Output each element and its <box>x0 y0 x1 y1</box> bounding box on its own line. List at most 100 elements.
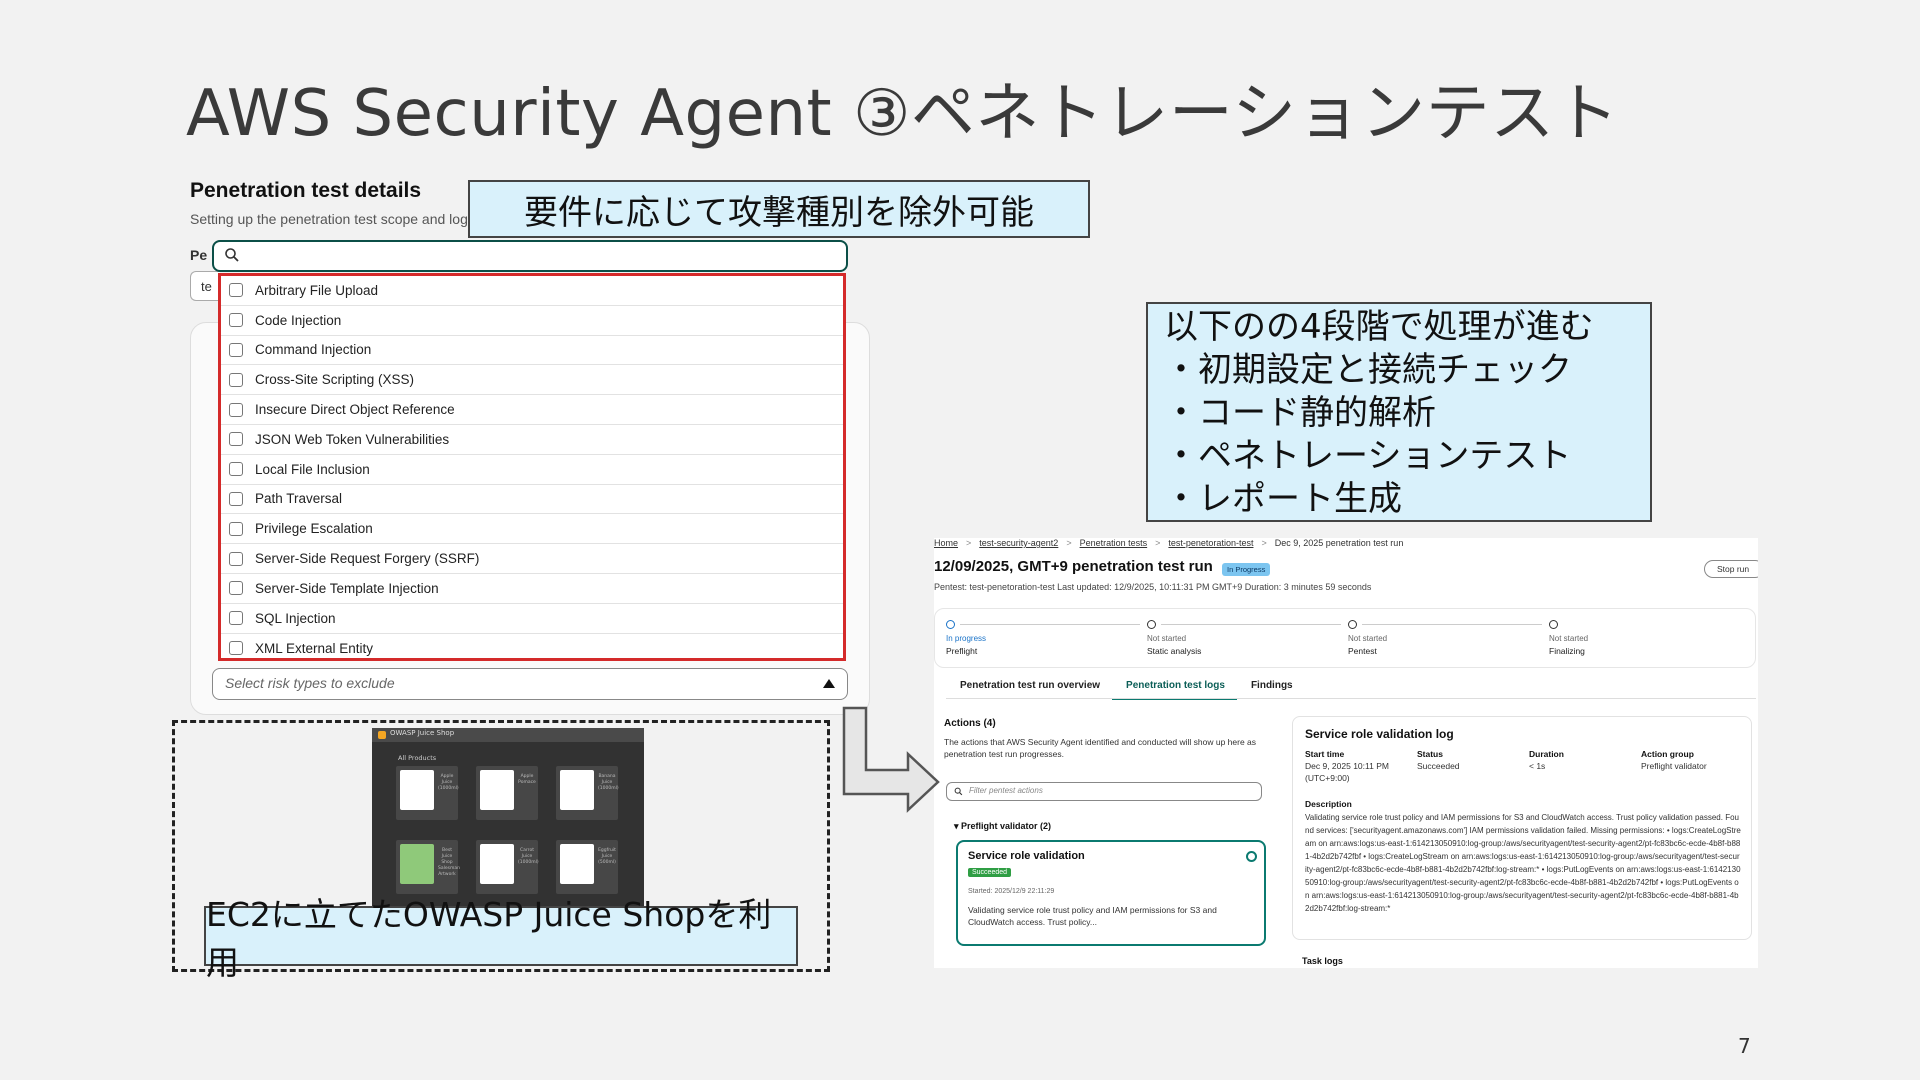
checkbox[interactable] <box>229 342 243 357</box>
risk-type-label: Insecure Direct Object Reference <box>255 402 455 418</box>
log-description-label: Description <box>1305 799 1352 809</box>
log-header: Start time <box>1305 749 1345 759</box>
tab-findings[interactable]: Findings <box>1237 674 1305 700</box>
step-status: Not started <box>1549 634 1589 643</box>
product-name: Apple Juice (1000ml) <box>438 774 459 791</box>
list-item[interactable]: Code Injection <box>221 306 843 336</box>
breadcrumb-current: Dec 9, 2025 penetration test run <box>1274 538 1404 548</box>
product-card[interactable]: Eggfruit Juice (500ml) <box>556 840 618 894</box>
product-name: Apple Pomace <box>518 774 536 785</box>
checkbox[interactable] <box>229 611 243 626</box>
log-value: Preflight validator <box>1641 761 1707 771</box>
tabs: Penetration test run overview Penetratio… <box>946 674 1305 700</box>
list-item[interactable]: Arbitrary File Upload <box>221 276 843 306</box>
checkbox[interactable] <box>229 283 243 298</box>
stop-run-button[interactable]: Stop run <box>1704 560 1758 578</box>
phase-item: ・ペネトレーションテスト <box>1164 436 1572 476</box>
run-meta: Pentest: test-penetoration-test Last upd… <box>934 582 1372 592</box>
risk-type-label: XML External Entity <box>255 640 374 656</box>
breadcrumb-agent[interactable]: test-security-agent2 <box>979 538 1058 548</box>
log-value: Succeeded <box>1417 761 1460 771</box>
risk-type-label: Privilege Escalation <box>255 521 373 537</box>
risk-type-label: SQL Injection <box>255 610 336 626</box>
status-badge: Succeeded <box>968 868 1012 877</box>
checkbox[interactable] <box>229 372 243 387</box>
list-item[interactable]: Command Injection <box>221 336 843 366</box>
chevron-right-icon: > <box>966 538 972 548</box>
search-icon <box>225 248 239 262</box>
list-item[interactable]: Privilege Escalation <box>221 514 843 545</box>
list-item[interactable]: SQL Injection <box>221 604 843 634</box>
checkbox[interactable] <box>229 402 243 417</box>
action-card[interactable]: Service role validation Succeeded Starte… <box>956 840 1266 946</box>
filter-actions-input[interactable]: Filter pentest actions <box>946 782 1262 801</box>
artwork-icon <box>400 844 434 884</box>
log-header: Duration <box>1529 749 1564 759</box>
chevron-right-icon: > <box>1261 538 1267 548</box>
list-item[interactable]: Insecure Direct Object Reference <box>221 395 843 425</box>
exclude-placeholder: Select risk types to exclude <box>225 675 395 691</box>
exclude-risk-select[interactable]: Select risk types to exclude <box>212 668 848 700</box>
phase-item: ・レポート生成 <box>1164 479 1402 519</box>
product-card[interactable]: Apple Pomace <box>476 766 538 820</box>
juice-shop-screenshot: OWASP Juice Shop All Products Apple Juic… <box>372 728 644 908</box>
caret-up-icon[interactable] <box>823 679 835 688</box>
list-item[interactable]: Local File Inclusion <box>221 455 843 485</box>
product-card[interactable]: Apple Juice (1000ml) <box>396 766 459 820</box>
action-description: Validating service role trust policy and… <box>968 905 1217 927</box>
callout-juice-shop: EC2に立てたOWASP Juice Shopを利用 <box>204 895 798 982</box>
clock-icon <box>1348 620 1357 629</box>
product-card[interactable]: Banana Juice (1000ml) <box>556 766 619 820</box>
breadcrumb-home[interactable]: Home <box>934 538 958 548</box>
chevron-right-icon: > <box>1155 538 1161 548</box>
success-icon <box>1246 851 1257 862</box>
log-header: Status <box>1417 749 1443 759</box>
page-number: 7 <box>1738 1034 1751 1058</box>
step-status: Not started <box>1147 634 1187 643</box>
tabs-divider <box>946 698 1756 699</box>
checkbox[interactable] <box>229 462 243 477</box>
checkbox[interactable] <box>229 641 243 656</box>
risk-type-label: Cross-Site Scripting (XSS) <box>255 372 415 388</box>
list-item[interactable]: Cross-Site Scripting (XSS) <box>221 365 843 396</box>
checkbox[interactable] <box>229 581 243 596</box>
breadcrumb-pentest[interactable]: test-penetoration-test <box>1168 538 1253 548</box>
list-item[interactable]: Server-Side Request Forgery (SSRF) <box>221 544 843 574</box>
risk-type-list: Arbitrary File Upload Code Injection Com… <box>218 273 846 661</box>
tab-overview[interactable]: Penetration test run overview <box>946 674 1112 700</box>
list-item[interactable]: XML External Entity <box>221 634 843 664</box>
juice-cup-icon <box>400 770 434 810</box>
tab-logs[interactable]: Penetration test logs <box>1112 674 1237 700</box>
breadcrumb-pentests[interactable]: Penetration tests <box>1080 538 1148 548</box>
list-item[interactable]: JSON Web Token Vulnerabilities <box>221 425 843 455</box>
actions-description: The actions that AWS Security Agent iden… <box>944 737 1257 759</box>
action-started: Started: 2025/12/9 22:11:29 <box>968 888 1055 895</box>
product-card[interactable]: Carrot Juice (1000ml) <box>476 840 539 894</box>
log-card: Service role validation log Start time S… <box>1292 716 1752 940</box>
phase-item: ・初期設定と接続チェック <box>1164 350 1572 390</box>
log-value: Dec 9, 2025 10:11 PM (UTC+9:00) <box>1305 761 1389 783</box>
list-item[interactable]: Path Traversal <box>221 485 843 515</box>
product-card[interactable]: Best Juice Shop Salesman Artwork <box>396 840 460 894</box>
step-connector <box>960 624 1140 625</box>
risk-type-label: Local File Inclusion <box>255 461 370 477</box>
caret-down-icon: ▾ <box>954 821 962 831</box>
risk-type-label: JSON Web Token Vulnerabilities <box>255 431 450 447</box>
action-group-toggle[interactable]: ▾ Preflight validator (2) <box>954 821 1051 832</box>
action-group-title: Preflight validator (2) <box>961 821 1052 831</box>
list-item[interactable]: Server-Side Template Injection <box>221 574 843 604</box>
checkbox[interactable] <box>229 551 243 566</box>
task-logs-title: Task logs <box>1302 956 1343 966</box>
checkbox[interactable] <box>229 521 243 536</box>
checkbox[interactable] <box>229 313 243 328</box>
checkbox[interactable] <box>229 432 243 447</box>
risk-type-label: Command Injection <box>255 342 372 358</box>
search-icon <box>954 787 963 796</box>
juice-window-title: OWASP Juice Shop <box>390 729 455 737</box>
checkbox[interactable] <box>229 491 243 506</box>
risk-search-input[interactable] <box>212 240 848 272</box>
clock-icon <box>1549 620 1558 629</box>
pentest-name-field[interactable]: te <box>190 271 220 301</box>
callout-phases: 以下のの4段階で処理が進む ・初期設定と接続チェック ・コード静的解析 ・ペネト… <box>1146 302 1652 522</box>
pentest-details-heading: Penetration test details <box>190 179 422 202</box>
